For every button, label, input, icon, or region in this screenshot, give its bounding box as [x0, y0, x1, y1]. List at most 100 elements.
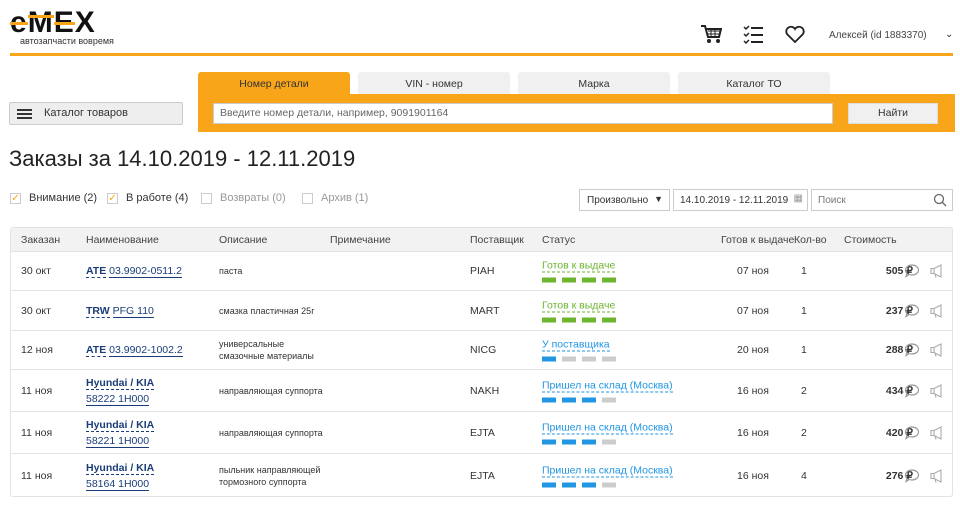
table-row: 11 ноя Hyundai / KIA 58164 1H000 пыльник … [11, 453, 952, 497]
tab-brand[interactable]: Марка [518, 72, 670, 94]
checkbox[interactable] [302, 192, 313, 204]
part-number-link[interactable]: 58221 1H000 [86, 434, 150, 448]
date-range-input[interactable]: 14.10.2019 - 12.11.2019 ▦ [673, 189, 808, 211]
part-number-link[interactable]: PFG 110 [112, 304, 154, 318]
part-number-link[interactable]: 03.9902-0511.2 [109, 265, 182, 278]
quantity: 4 [801, 469, 807, 482]
progress-step [602, 397, 616, 402]
order-date: 12 ноя [21, 344, 53, 356]
progress-step [582, 356, 596, 362]
logo[interactable]: eMEX [10, 6, 96, 40]
table-row: 11 ноя Hyundai / KIA 58221 1H000 направля… [11, 411, 952, 453]
comment-icon[interactable] [904, 303, 920, 318]
table-row: 11 ноя Hyundai / KIA 58222 1H000 направля… [11, 369, 952, 411]
status-link[interactable]: Готов к выдаче [542, 299, 616, 312]
ready-date: 20 ноя [737, 344, 769, 356]
megaphone-icon[interactable] [929, 468, 945, 483]
description: направляющая суппорта [219, 427, 323, 438]
status-link[interactable]: Пришел на склад (Москва) [542, 379, 673, 392]
calendar-icon: ▦ [793, 193, 803, 204]
megaphone-icon[interactable] [929, 343, 945, 358]
search-icon[interactable] [933, 193, 947, 207]
status-progress [542, 277, 616, 283]
column-header: Поставщик [470, 233, 524, 246]
filter-checkbox[interactable]: Возвраты (0) [201, 192, 286, 204]
chevron-down-icon[interactable]: ⌄ [945, 29, 953, 40]
comment-icon[interactable] [904, 264, 920, 279]
period-select-value: Произвольно [587, 195, 649, 206]
status: Пришел на склад (Москва) [542, 421, 673, 444]
brand-link[interactable]: ATE [86, 344, 107, 357]
status-progress [542, 482, 673, 487]
comment-icon[interactable] [904, 468, 920, 483]
progress-step [602, 356, 616, 362]
part-number-link[interactable]: 03.9902-1002.2 [109, 344, 183, 357]
progress-step [582, 277, 596, 283]
find-button[interactable]: Найти [848, 103, 938, 124]
status-link[interactable]: Готов к выдаче [542, 259, 616, 273]
megaphone-icon[interactable] [929, 264, 945, 279]
megaphone-icon[interactable] [929, 425, 945, 440]
status-link[interactable]: У поставщика [542, 338, 610, 352]
progress-step [542, 356, 556, 362]
description: направляющая суппорта [219, 385, 323, 396]
order-date: 30 окт [21, 265, 51, 277]
supplier: EJTA [470, 469, 495, 482]
catalog-button[interactable]: Каталог товаров [9, 102, 183, 125]
order-search-input[interactable]: Поиск [811, 189, 953, 211]
cart-icon[interactable] [700, 23, 722, 45]
quantity: 1 [801, 265, 807, 277]
table-row: 12 ноя ATE 03.9902-1002.2 универсальные … [11, 330, 952, 369]
progress-step [542, 397, 556, 402]
status-progress [542, 356, 616, 362]
description: пыльник направляющей тормозного суппорта [219, 464, 321, 487]
part-number-link[interactable]: 58222 1H000 [86, 392, 150, 406]
progress-step [582, 439, 596, 444]
column-header: Заказан [21, 233, 61, 246]
checkbox[interactable]: ✓ [107, 192, 118, 204]
status-link[interactable]: Пришел на склад (Москва) [542, 421, 673, 434]
comment-icon[interactable] [904, 383, 920, 398]
period-select[interactable]: Произвольно ▼ [579, 189, 670, 211]
brand-link[interactable]: ATE [86, 265, 107, 278]
checklist-icon[interactable] [742, 23, 764, 45]
brand-link[interactable]: Hyundai / KIA [86, 461, 155, 475]
part-name: TRW PFG 110 [86, 304, 154, 318]
column-header: Кол-во [794, 233, 827, 246]
brand-link[interactable]: Hyundai / KIA [86, 376, 155, 390]
table-row: 30 окт ATE 03.9902-0511.2 паста PIAH Гот… [11, 251, 952, 290]
tab-vin[interactable]: VIN - номер [358, 72, 510, 94]
progress-step [562, 439, 576, 444]
table-row: 30 окт TRW PFG 110 смазка пластичная 25г… [11, 290, 952, 330]
column-header: Статус [542, 233, 576, 246]
part-name: Hyundai / KIA 58222 1H000 [86, 375, 155, 407]
filter-checkbox[interactable]: ✓ Внимание (2) [10, 192, 97, 204]
comment-icon[interactable] [904, 343, 920, 358]
comment-icon[interactable] [904, 425, 920, 440]
column-header: Описание [219, 233, 268, 246]
quantity: 2 [801, 384, 807, 397]
part-number-input[interactable]: Введите номер детали, например, 90919011… [213, 103, 833, 124]
megaphone-icon[interactable] [929, 303, 945, 318]
brand-link[interactable]: Hyundai / KIA [86, 418, 155, 432]
user-menu[interactable]: Алексей (id 1883370) [829, 30, 927, 41]
order-date: 11 ноя [21, 384, 53, 397]
heart-icon[interactable] [784, 23, 806, 45]
caret-down-icon: ▼ [654, 194, 663, 204]
tab-part-number[interactable]: Номер детали [198, 72, 350, 96]
filter-checkbox[interactable]: Архив (1) [302, 192, 368, 204]
checkbox[interactable]: ✓ [10, 192, 21, 204]
divider [10, 53, 953, 56]
part-name: ATE 03.9902-0511.2 [86, 265, 182, 278]
megaphone-icon[interactable] [929, 383, 945, 398]
ready-date: 16 ноя [737, 469, 769, 482]
filter-checkbox[interactable]: ✓ В работе (4) [107, 192, 188, 204]
tab-catalog-to[interactable]: Каталог ТО [678, 72, 830, 94]
checkbox[interactable] [201, 192, 212, 204]
part-name: Hyundai / KIA 58164 1H000 [86, 460, 155, 492]
part-number-link[interactable]: 58164 1H000 [86, 477, 150, 491]
progress-step [542, 277, 556, 283]
status-link[interactable]: Пришел на склад (Москва) [542, 464, 673, 477]
brand-link[interactable]: TRW [86, 304, 110, 318]
logo-tagline: автозапчасти вовремя [20, 36, 114, 46]
